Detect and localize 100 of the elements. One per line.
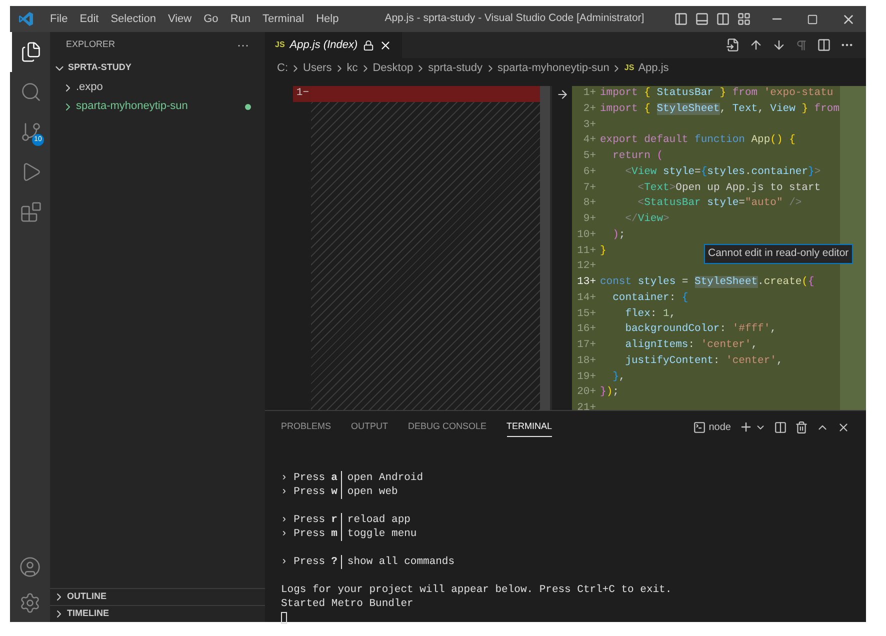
line-number: 18+: [576, 354, 597, 369]
source-control-icon: [20, 121, 42, 143]
close-panel-icon[interactable]: [837, 420, 850, 434]
split-terminal-icon[interactable]: [774, 420, 787, 434]
terminal-key: ?: [331, 555, 338, 569]
line-number: 8+: [582, 196, 597, 212]
terminal-key: a: [331, 471, 338, 485]
trash-icon[interactable]: [795, 420, 808, 434]
close-icon[interactable]: [378, 38, 392, 52]
line-number: 7+: [582, 180, 597, 196]
line-number: 6+: [582, 164, 597, 180]
breadcrumb-item[interactable]: App.js: [638, 60, 669, 76]
code-line: alignItems: 'center',: [624, 338, 758, 353]
menu-item[interactable]: Help: [310, 10, 345, 28]
tree-item[interactable]: sparta-myhoneytip-sun: [50, 97, 265, 116]
folder-header[interactable]: SPRTA-STUDY: [50, 58, 265, 78]
code-line: container: {: [612, 290, 688, 306]
breadcrumb-item[interactable]: kc: [346, 60, 358, 76]
code-line: justifyContent: 'center',: [624, 354, 783, 369]
menu-item[interactable]: Run: [224, 10, 256, 28]
terminal-text: › Press: [281, 513, 326, 527]
pilcrow-icon[interactable]: [795, 38, 808, 52]
sidebar-title: EXPLORER: [66, 38, 116, 52]
line-number: 9+: [582, 212, 597, 227]
line-number: 21+: [576, 401, 597, 416]
settings-icon[interactable]: [19, 592, 41, 614]
more-actions-button[interactable]: ···: [237, 36, 249, 54]
breadcrumb-item[interactable]: Desktop: [372, 60, 414, 76]
line-number: 20+: [576, 385, 597, 400]
terminal-name[interactable]: node: [708, 420, 731, 434]
account-icon[interactable]: [19, 556, 41, 578]
split-layout-icon[interactable]: [716, 12, 730, 26]
terminal-key: w: [331, 485, 338, 499]
tab-label: App.js (Index): [290, 38, 358, 53]
file-icon[interactable]: [726, 38, 740, 52]
code-line: </View>: [624, 212, 670, 227]
line-number: 3+: [582, 118, 597, 132]
js-file-icon: JS: [275, 39, 285, 51]
maximize-icon[interactable]: [807, 14, 818, 24]
section-header[interactable]: TIMELINE: [50, 605, 265, 622]
section-header[interactable]: OUTLINE: [50, 588, 265, 605]
menu-item[interactable]: Edit: [74, 10, 105, 28]
menu-item[interactable]: File: [44, 10, 74, 28]
code-line: );: [612, 228, 626, 243]
panel-tab[interactable]: PROBLEMS: [281, 416, 332, 438]
breadcrumb-item[interactable]: C:: [277, 60, 288, 76]
search-icon: [20, 81, 42, 103]
lock-icon: [362, 40, 374, 50]
tooltip: Cannot edit in read-only editor: [704, 244, 853, 264]
terminal-text: › Press: [281, 555, 326, 569]
line-number: 4+: [582, 133, 597, 148]
scrollbar[interactable]: [540, 86, 550, 410]
breadcrumb-item[interactable]: Users: [303, 60, 332, 76]
terminal-text: open Android: [341, 471, 424, 485]
code-line: import { StyleSheet, Text, View } from: [599, 102, 840, 117]
panel-toggle-icon[interactable]: [695, 12, 709, 26]
terminal-text: open web: [341, 485, 398, 499]
menu-item[interactable]: View: [162, 10, 198, 28]
files-icon: [20, 41, 42, 63]
layout-icon[interactable]: [737, 12, 751, 26]
sidebar-toggle-icon[interactable]: [674, 12, 688, 26]
line-number: 5+: [582, 149, 597, 164]
terminal-text: reload app: [341, 513, 410, 527]
menu-item[interactable]: Go: [198, 10, 224, 28]
code-line: const styles = StyleSheet.create({: [599, 275, 814, 290]
code-line: import { StatusBar } from 'expo-statu: [599, 86, 834, 101]
panel-tab[interactable]: TERMINAL: [506, 416, 552, 438]
line-number: 16+: [576, 322, 597, 338]
tree-item[interactable]: .expo: [50, 78, 265, 97]
menu-item[interactable]: Terminal: [256, 10, 310, 28]
terminal-text: toggle menu: [341, 527, 417, 541]
editor-tab[interactable]: JS App.js (Index): [265, 32, 402, 58]
line-number: 14+: [576, 290, 597, 306]
line-number: 11+: [576, 244, 597, 258]
breadcrumb-item[interactable]: sparta-myhoneytip-sun: [498, 60, 610, 76]
add-terminal-icon[interactable]: [739, 420, 753, 434]
split-editor-icon[interactable]: [817, 38, 831, 52]
panel-tab[interactable]: OUTPUT: [351, 416, 388, 438]
code-line: flex: 1,: [624, 306, 676, 322]
line-number: 1+: [582, 86, 597, 101]
panel-tab[interactable]: DEBUG CONSOLE: [408, 416, 487, 438]
revert-arrow-icon[interactable]: [556, 88, 568, 101]
terminal-text: Logs for your project will appear below. Press Ctrl+C to exit.: [281, 583, 673, 597]
line-number: 15+: [576, 306, 597, 322]
code-line: export default function App() {: [599, 133, 796, 148]
js-file-icon: JS: [624, 62, 634, 74]
code-line: <StatusBar style="auto" />: [636, 196, 802, 212]
line-number: 2+: [582, 102, 597, 117]
code-line: <Text>Open up App.js to start: [636, 180, 821, 196]
terminal-icon: [692, 420, 706, 434]
code-line: }: [599, 244, 606, 258]
line-number: 19+: [576, 370, 597, 384]
menu-item[interactable]: Selection: [104, 10, 162, 28]
app-logo-icon: [18, 11, 34, 27]
breadcrumb-item[interactable]: sprta-study: [428, 60, 483, 76]
code-line: <View style={styles.container}>: [624, 164, 821, 180]
code-line: },: [612, 370, 626, 384]
terminal-text: show all commands: [341, 555, 455, 569]
code-line: });: [599, 385, 619, 400]
terminal-key: r: [331, 513, 338, 527]
